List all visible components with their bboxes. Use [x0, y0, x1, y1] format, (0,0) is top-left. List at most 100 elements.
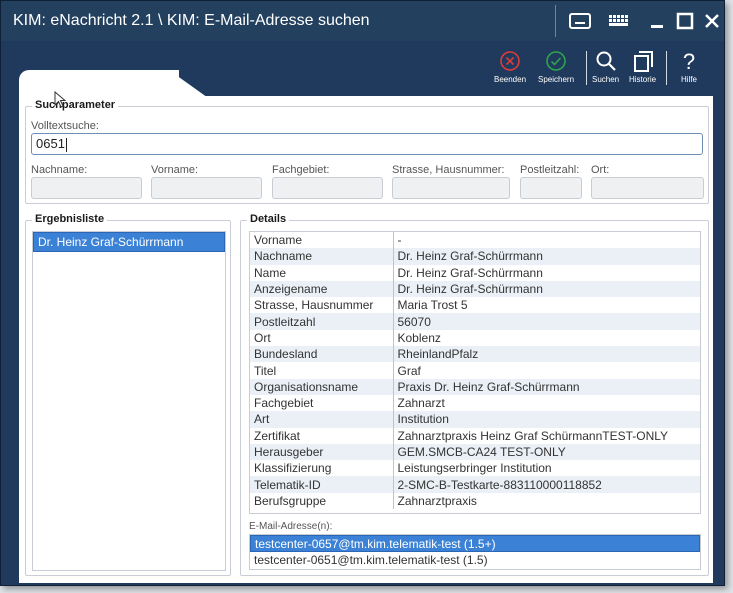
email-list[interactable]: testcenter-0657@tm.kim.telematik-test (1… — [249, 534, 701, 570]
details-row: Organisationsname Praxis Dr. Heinz Graf-S… — [250, 378, 700, 395]
details-key: Fachgebiet — [250, 394, 394, 412]
details-value: 2-SMC-B-Testkarte-883110000118852 — [393, 476, 700, 493]
details-row: Name Dr. Heinz Graf-Schürrmann — [250, 264, 700, 281]
details-key: Postleitzahl — [250, 313, 394, 330]
toolbar-divider — [666, 51, 667, 85]
details-row: Postleitzahl 56070 — [250, 313, 700, 330]
details-row: Nachname Dr. Heinz Graf-Schürrmann — [250, 248, 700, 265]
vorname-input[interactable] — [151, 177, 262, 199]
details-key: Ort — [250, 329, 394, 347]
details-value: Graf — [397, 363, 421, 378]
details-row: Herausgeber GEM.SMCB-CA24 TEST-ONLY — [250, 443, 700, 461]
details-key: Zertifikat — [250, 427, 394, 444]
titlebar-divider — [555, 5, 556, 37]
details-value: Zahnarztpraxis — [397, 493, 477, 508]
details-row: Vorname - — [250, 232, 700, 249]
details-key: Strasse, Hausnummer — [250, 297, 394, 314]
email-item[interactable]: testcenter-0657@tm.kim.telematik-test (1… — [250, 535, 700, 552]
search-icon — [596, 51, 616, 71]
details-value: Praxis Dr. Heinz Graf-Schürrmann — [393, 378, 700, 395]
details-value: GEM.SMCB-CA24 TEST-ONLY — [393, 443, 700, 461]
speichern-button[interactable]: Speichern — [538, 49, 574, 84]
details-row: Fachgebiet Zahnarzt — [250, 394, 700, 412]
results-group: Ergebnisliste Dr. Heinz Graf-Schürrmann — [25, 213, 231, 576]
hilfe-label: Hilfe — [680, 75, 697, 84]
content-panel: Suchparameter Volltextsuche: 0651 Nachna… — [19, 96, 713, 583]
details-key: Art — [250, 411, 394, 428]
details-grid: Vorname - Nachname Dr. Heinz Graf-Schürrman… — [250, 232, 700, 510]
historie-button[interactable]: Historie — [629, 49, 656, 84]
details-key: Herausgeber — [250, 443, 394, 461]
title-bar: KIM: eNachricht 2.1 \ KIM: E-Mail-Adress… — [1, 1, 724, 41]
details-key: Bundesland — [250, 346, 394, 363]
details-value: Dr. Heinz Graf-Schürrmann — [393, 248, 700, 265]
details-value: - — [397, 233, 402, 248]
details-legend: Details — [247, 213, 290, 225]
details-value: RheinlandPfalz — [393, 346, 700, 363]
speichern-label: Speichern — [538, 75, 575, 84]
details-key: Name — [250, 264, 394, 281]
details-row: Titel Graf — [250, 362, 700, 379]
ort-label: Ort: — [591, 164, 610, 176]
details-key: Titel — [250, 362, 394, 379]
details-key: Vorname — [250, 232, 394, 249]
keyboard-icon[interactable] — [567, 9, 593, 33]
details-value: Institution — [393, 411, 700, 428]
details-key: Telematik-ID — [250, 476, 394, 493]
nachname-label: Nachname: — [31, 164, 88, 176]
plz-input[interactable] — [520, 177, 582, 199]
email-label: E-Mail-Adresse(n): — [249, 521, 333, 532]
details-key: Berufsgruppe — [250, 492, 394, 510]
results-list[interactable]: Dr. Heinz Graf-Schürrmann — [32, 231, 226, 571]
nachname-input[interactable] — [31, 177, 142, 199]
details-key: Klassifizierung — [250, 460, 394, 477]
details-row: Art Institution — [250, 411, 700, 428]
details-row: Berufsgruppe Zahnarztpraxis — [250, 492, 700, 510]
historie-label: Historie — [629, 75, 657, 84]
mouse-pointer-icon — [54, 91, 67, 108]
email-item[interactable]: testcenter-0651@tm.kim.telematik-test (1… — [250, 552, 700, 569]
details-row: Telematik-ID 2-SMC-B-Testkarte-8831100001… — [250, 476, 700, 493]
details-row: Strasse, Hausnummer Maria Trost 5 — [250, 297, 700, 314]
suchen-label: Suchen — [592, 75, 620, 84]
grid-keyboard-icon[interactable] — [606, 9, 632, 33]
history-icon — [633, 51, 653, 72]
search-params-group: Suchparameter Volltextsuche: 0651 Nachna… — [25, 99, 709, 204]
details-value: Zahnarzt — [397, 396, 445, 411]
details-row: Anzeigename Dr. Heinz Graf-Schürrmann — [250, 280, 700, 298]
volltext-value: 0651 — [36, 136, 65, 151]
strasse-label: Strasse, Hausnummer: — [392, 164, 505, 176]
results-list-item[interactable]: Dr. Heinz Graf-Schürrmann — [33, 232, 225, 252]
beenden-button[interactable]: Beenden — [494, 49, 526, 84]
toolbar-divider — [586, 51, 587, 85]
details-row: Bundesland RheinlandPfalz — [250, 346, 700, 363]
close-icon[interactable] — [699, 9, 725, 33]
details-value: Zahnarztpraxis Heinz Graf SchürmannTEST-… — [397, 428, 669, 443]
window-title: KIM: eNachricht 2.1 \ KIM: E-Mail-Adress… — [13, 12, 370, 29]
details-row: Klassifizierung Leistungserbringer Instit… — [250, 460, 700, 477]
results-legend: Ergebnisliste — [32, 213, 108, 225]
maximize-icon[interactable] — [672, 9, 698, 33]
beenden-label: Beenden — [494, 75, 527, 84]
strasse-input[interactable] — [392, 177, 510, 199]
hilfe-button[interactable]: ? Hilfe — [677, 49, 701, 84]
details-value: Dr. Heinz Graf-Schürrmann — [397, 265, 543, 280]
app-window: KIM: eNachricht 2.1 \ KIM: E-Mail-Adress… — [0, 0, 725, 586]
details-group: Details Vorname - Nachname Dr. Heinz Graf-S… — [240, 213, 709, 576]
details-row: Zertifikat Zahnarztpraxis Heinz Graf Schü… — [250, 427, 700, 444]
details-value: 56070 — [393, 313, 700, 330]
minimize-icon[interactable] — [644, 9, 670, 33]
check-circle-icon — [546, 51, 566, 71]
details-key: Organisationsname — [250, 378, 394, 395]
details-value: Maria Trost 5 — [397, 298, 468, 313]
ort-input[interactable] — [591, 177, 704, 199]
fachgebiet-input[interactable] — [272, 177, 383, 199]
volltext-input[interactable]: 0651 — [31, 133, 703, 155]
details-key: Nachname — [250, 248, 394, 265]
details-value: Leistungserbringer Institution — [397, 461, 552, 476]
suchen-button[interactable]: Suchen — [592, 49, 619, 84]
details-value: Koblenz — [397, 330, 441, 345]
details-key: Anzeigename — [250, 280, 394, 298]
help-icon: ? — [683, 49, 695, 73]
svg-text:?: ? — [683, 49, 695, 73]
